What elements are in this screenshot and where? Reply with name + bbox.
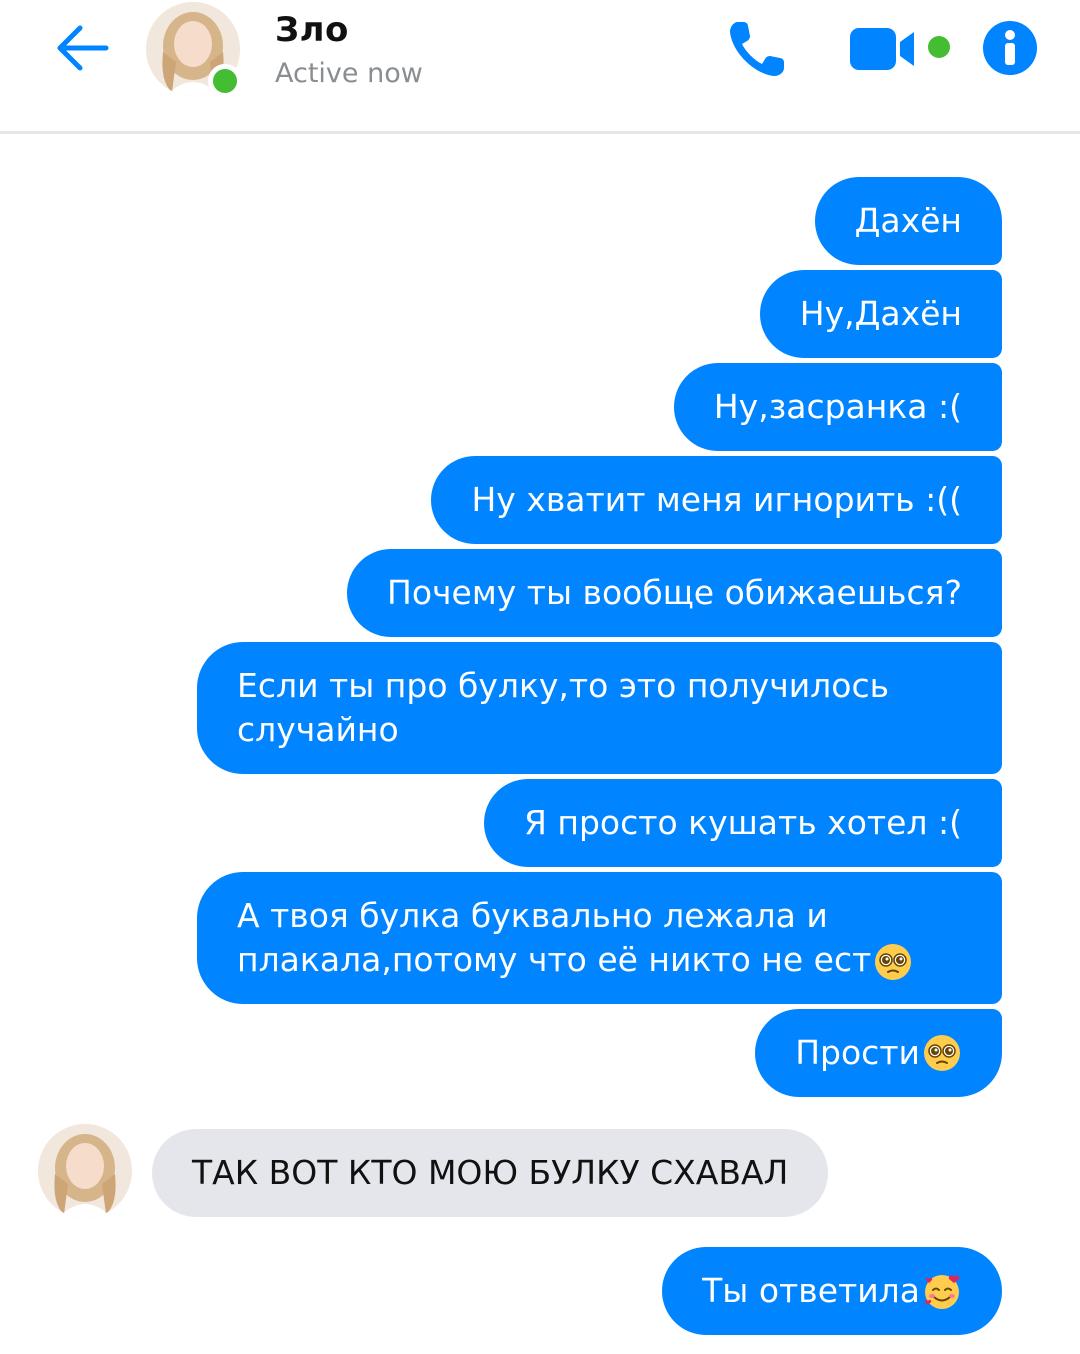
- message-bubble-sent[interactable]: Ты ответила: [662, 1247, 1002, 1335]
- back-button[interactable]: [52, 18, 112, 78]
- contact-status: Active now: [275, 58, 423, 89]
- smiling-face-with-hearts-emoji: [924, 1275, 960, 1309]
- message-bubble-sent[interactable]: Дахён: [814, 177, 1002, 265]
- video-call-button[interactable]: [848, 24, 920, 74]
- pleading-face-emoji: [924, 1035, 960, 1071]
- message-bubble-sent[interactable]: Прости: [755, 1009, 1002, 1097]
- message-bubble-sent[interactable]: Если ты про булку,то это получилось случ…: [197, 642, 1002, 774]
- message-bubble-sent[interactable]: Ну,засранка :(: [673, 363, 1002, 451]
- call-button[interactable]: [724, 16, 790, 82]
- message-text: ТАК ВОТ КТО МОЮ БУЛКУ СХАВАЛ: [192, 1153, 789, 1192]
- info-icon: [983, 21, 1037, 75]
- sender-avatar[interactable]: [38, 1124, 132, 1218]
- video-camera-icon: [850, 28, 914, 70]
- message-bubble-received[interactable]: ТАК ВОТ КТО МОЮ БУЛКУ СХАВАЛ: [152, 1129, 829, 1217]
- message-bubble-sent[interactable]: А твоя булка буквально лежала и плакала,…: [197, 872, 1002, 1004]
- message-bubble-sent[interactable]: Почему ты вообще обижаешься?: [347, 549, 1002, 637]
- message-text: Ты ответила: [702, 1271, 920, 1310]
- contact-avatar-wrap[interactable]: [146, 2, 242, 98]
- message-text: А твоя булка буквально лежала и плакала,…: [237, 896, 872, 979]
- phone-icon: [730, 22, 784, 76]
- message-bubble-sent[interactable]: Ну,Дахён: [759, 270, 1002, 358]
- contact-name[interactable]: Зло: [275, 10, 349, 50]
- message-text: Почему ты вообще обижаешься?: [387, 573, 962, 612]
- message-text: Ну хватит меня игнорить :((: [471, 480, 962, 519]
- back-arrow-icon: [57, 25, 109, 71]
- online-status-dot: [208, 64, 242, 98]
- message-text: Ну,Дахён: [799, 294, 962, 333]
- pleading-face-emoji: [875, 943, 912, 980]
- message-bubble-sent[interactable]: Ну хватит меня игнорить :((: [431, 456, 1002, 544]
- message-text: Ну,засранка :(: [713, 387, 962, 426]
- message-text: Прости: [795, 1033, 920, 1072]
- message-text: Я просто кушать хотел :(: [523, 803, 962, 842]
- message-text: Если ты про булку,то это получилось случ…: [237, 666, 890, 749]
- message-bubble-sent[interactable]: Я просто кушать хотел :(: [483, 779, 1002, 867]
- conversation-header: Зло Active now: [0, 0, 1080, 134]
- message-text: Дахён: [854, 201, 962, 240]
- video-active-dot: [928, 36, 950, 58]
- info-button[interactable]: [982, 20, 1038, 76]
